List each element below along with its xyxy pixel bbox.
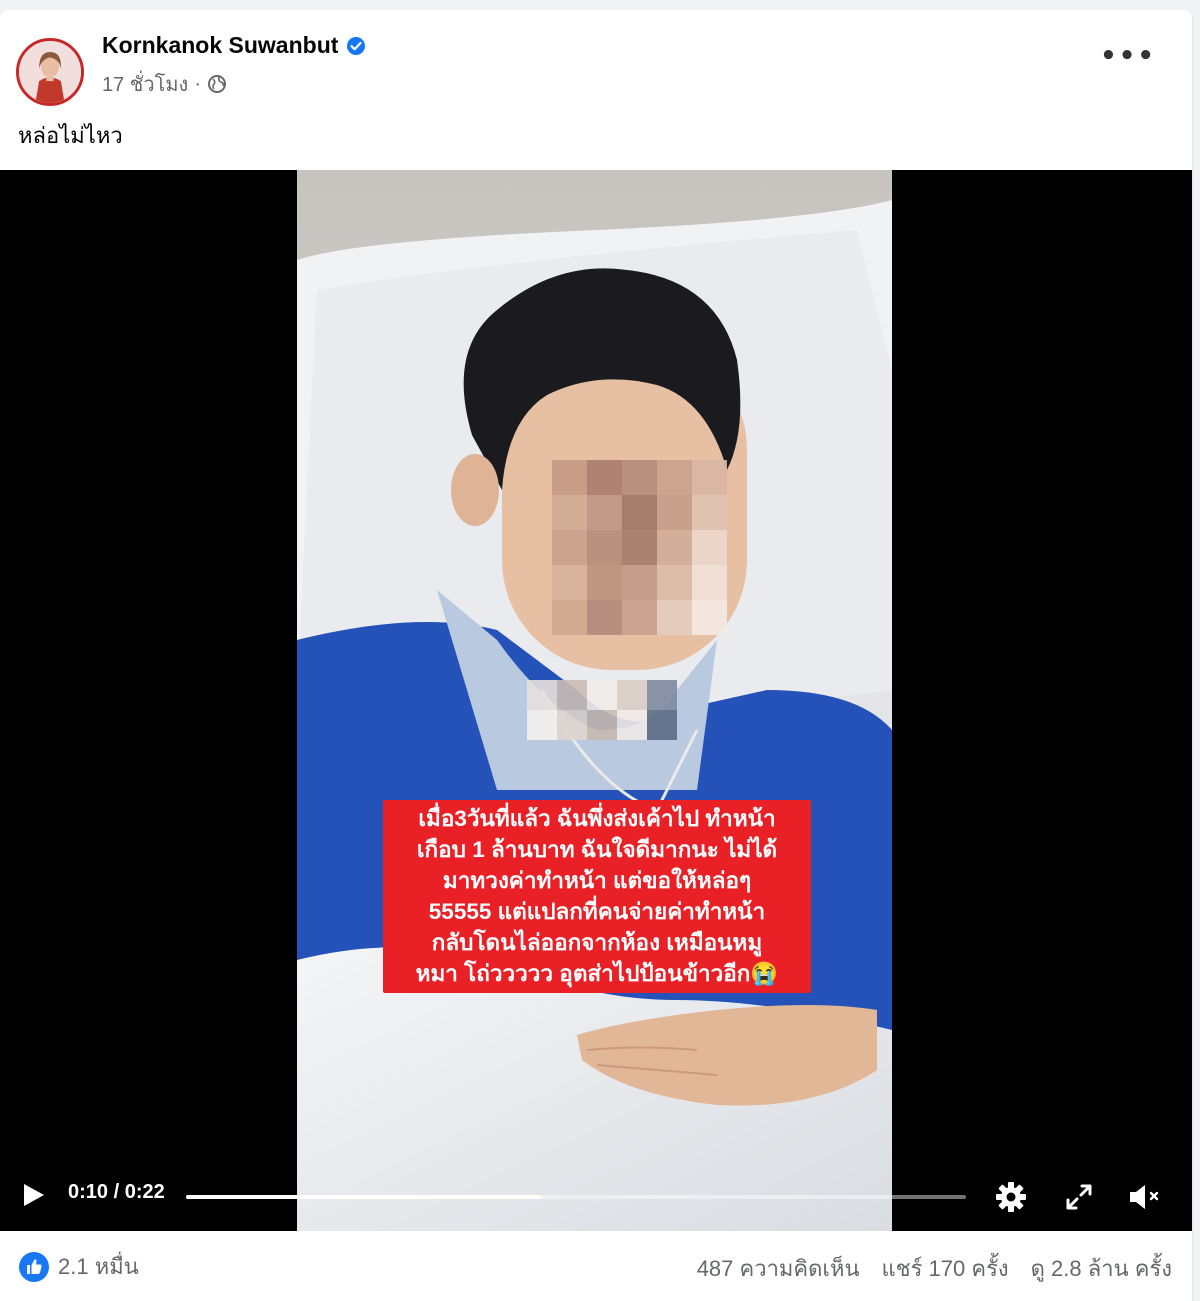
reactions-summary[interactable]: 2.1 หมื่น <box>18 1249 139 1284</box>
video-caption: เมื่อ3วันที่แล้ว ฉันพึ่งส่งเค้าไป ทำหน้า… <box>383 800 811 993</box>
caption-line: เมื่อ3วันที่แล้ว ฉันพึ่งส่งเค้าไป ทำหน้า <box>418 806 776 831</box>
author-line: Kornkanok Suwanbut <box>102 32 366 59</box>
video-frame[interactable] <box>297 170 892 1231</box>
caption-line: หมา โถ่ววววว อุตส่าไปป้อนข้าวอีก😭 <box>415 961 779 986</box>
video-still-image <box>297 170 892 1231</box>
globe-icon[interactable] <box>207 74 227 94</box>
reaction-count[interactable]: 2.1 หมื่น <box>58 1249 139 1284</box>
video-progress-fill <box>186 1195 541 1199</box>
video-player[interactable]: เมื่อ3วันที่แล้ว ฉันพึ่งส่งเค้าไป ทำหน้า… <box>0 170 1192 1231</box>
caption-line: กลับโดนไล่ออกจากห้อง เหมือนหมู <box>431 930 763 955</box>
engagement-bar: 2.1 หมื่น 487 ความคิดเห็น แชร์ 170 ครั้ง… <box>0 1231 1192 1301</box>
video-time: 0:10 / 0:22 <box>68 1181 165 1203</box>
video-controls: 0:10 / 0:22 <box>0 1168 1192 1218</box>
post-text: หล่อไม่ไหว <box>18 123 123 148</box>
video-progress-bar[interactable] <box>186 1195 966 1199</box>
views-count: ดู 2.8 ล้าน ครั้ง <box>1030 1256 1172 1281</box>
author-avatar[interactable] <box>16 38 84 106</box>
post-header: Kornkanok Suwanbut 17 ชั่วโมง · ••• <box>0 10 1192 110</box>
verified-badge-icon <box>346 36 366 56</box>
more-options-icon[interactable]: ••• <box>1100 43 1156 69</box>
author-name[interactable]: Kornkanok Suwanbut <box>102 32 338 59</box>
shares-count[interactable]: แชร์ 170 ครั้ง <box>882 1251 1009 1286</box>
post-card: Kornkanok Suwanbut 17 ชั่วโมง · ••• หล่อ… <box>0 10 1192 1301</box>
caption-line: 55555 แต่แปลกที่คนจ่ายค่าทำหน้า <box>428 899 766 924</box>
caption-line: เกือบ 1 ล้านบาท ฉันใจดีมากนะ ไม่ได้ <box>416 837 778 862</box>
like-reaction-icon <box>18 1251 50 1283</box>
settings-gear-icon[interactable] <box>994 1180 1028 1214</box>
meta-separator: · <box>194 72 201 95</box>
engagement-stats: 487 ความคิดเห็น แชร์ 170 ครั้ง ดู 2.8 ล้… <box>697 1251 1172 1286</box>
volume-muted-icon[interactable] <box>1126 1180 1160 1214</box>
caption-line: มาทวงค่าทำหน้า แต่ขอให้หล่อๆ <box>442 868 752 893</box>
play-icon[interactable] <box>18 1180 48 1210</box>
fullscreen-icon[interactable] <box>1062 1180 1096 1214</box>
post-meta: 17 ชั่วโมง · <box>102 68 227 100</box>
comments-count[interactable]: 487 ความคิดเห็น <box>697 1251 860 1286</box>
post-timestamp[interactable]: 17 ชั่วโมง <box>102 68 188 100</box>
